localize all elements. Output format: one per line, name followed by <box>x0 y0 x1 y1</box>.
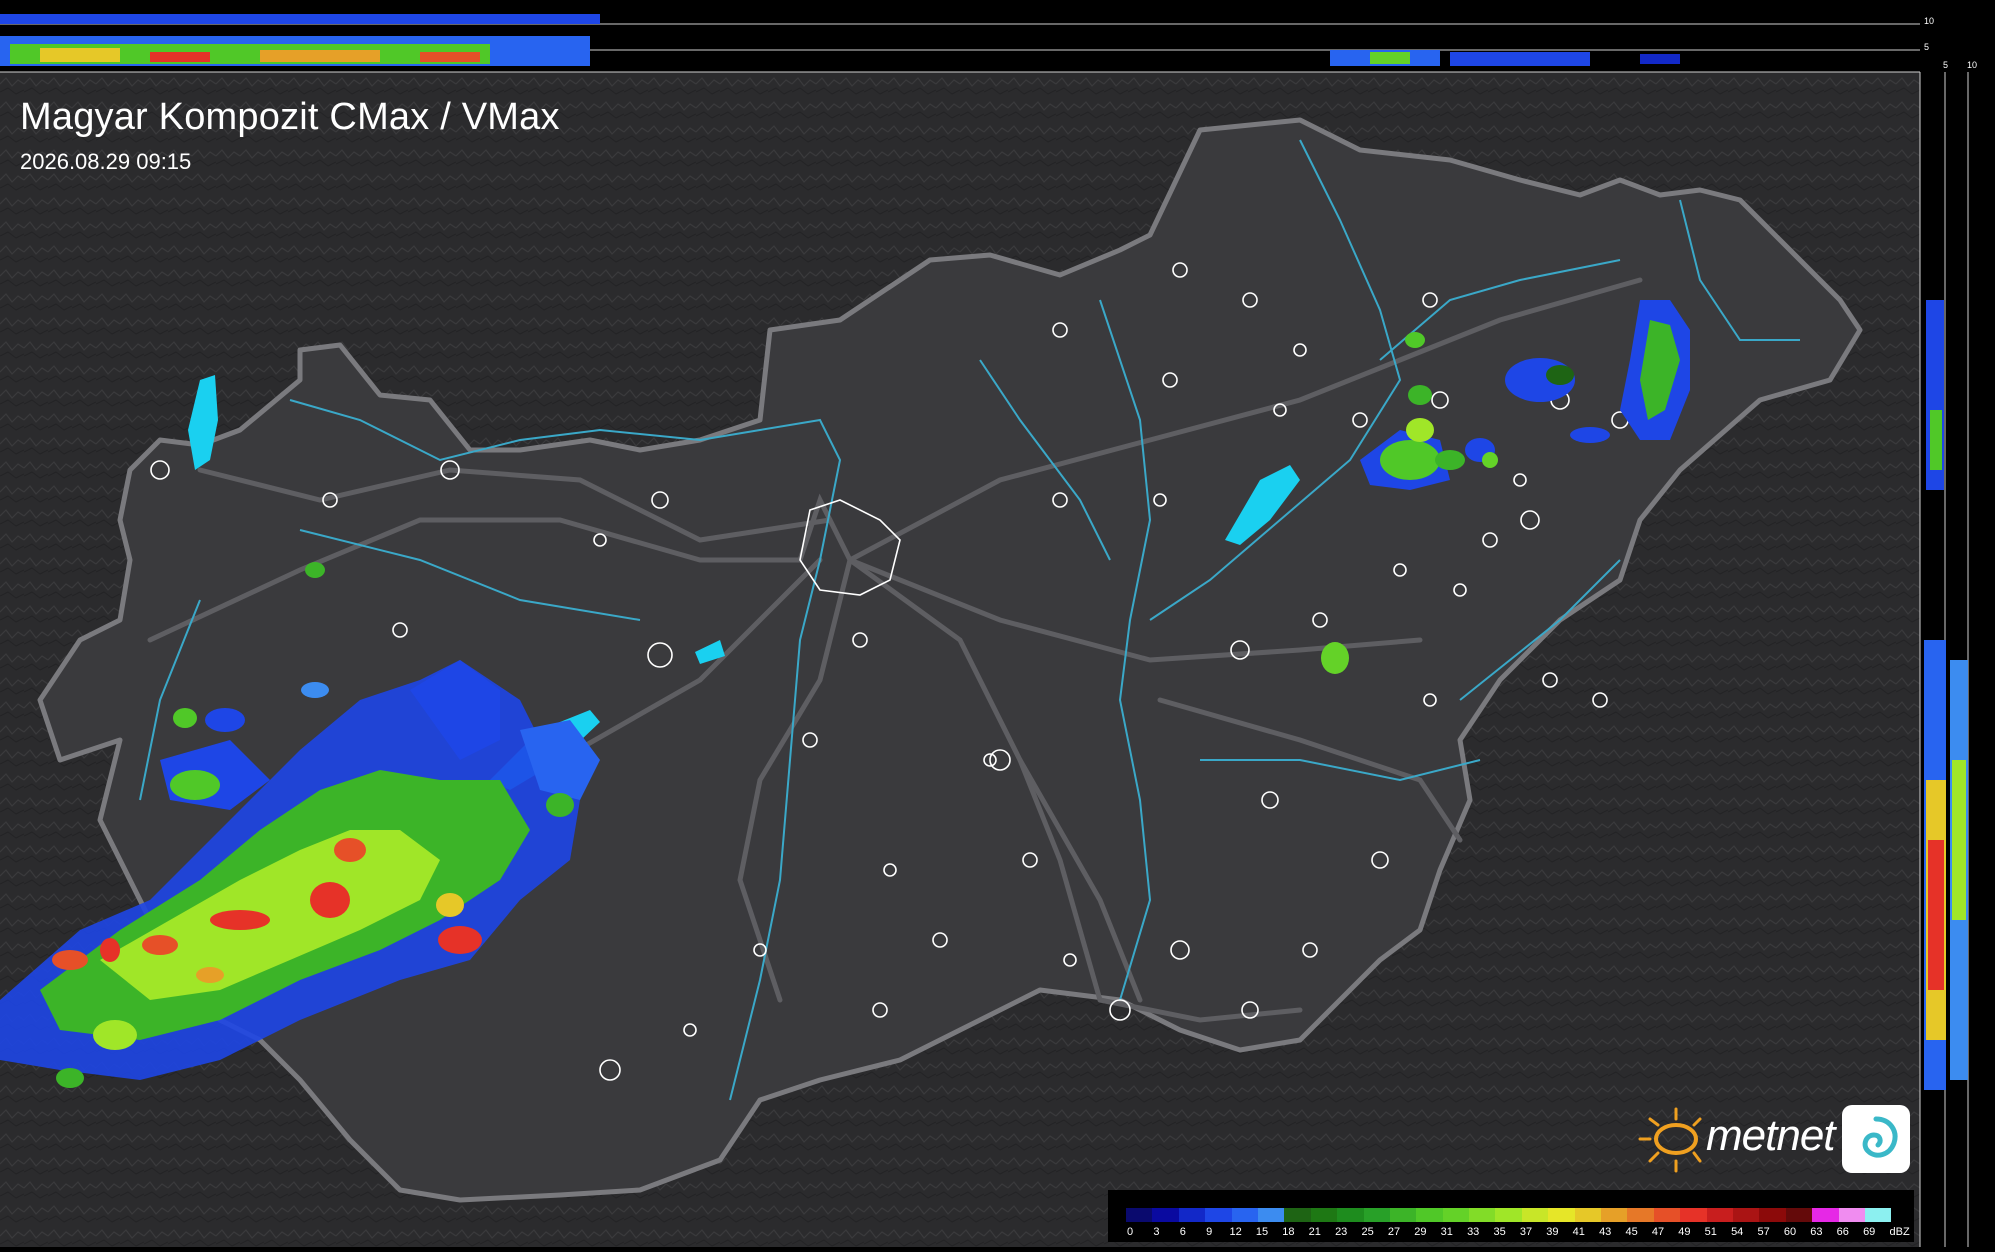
legend-tick: 23 <box>1335 1226 1348 1238</box>
swirl-icon <box>1842 1105 1910 1173</box>
legend-swatch <box>1521 1208 1549 1222</box>
legend-tick: 3 <box>1153 1226 1160 1238</box>
legend-tick: 18 <box>1282 1226 1295 1238</box>
legend-tick: 49 <box>1678 1226 1691 1238</box>
legend-tick: 21 <box>1308 1226 1321 1238</box>
sun-icon <box>1638 1107 1702 1173</box>
legend-tick: 9 <box>1206 1226 1213 1238</box>
legend-swatch <box>1416 1208 1443 1222</box>
legend-swatch <box>1442 1208 1470 1222</box>
legend-swatch <box>1838 1208 1865 1222</box>
legend-tick: 29 <box>1414 1226 1427 1238</box>
map-title: Magyar Kompozit CMax / VMax <box>20 96 560 138</box>
legend-tick: 69 <box>1863 1226 1876 1238</box>
legend-swatch <box>1284 1208 1311 1222</box>
legend-tick: 12 <box>1229 1226 1242 1238</box>
legend-tick: 37 <box>1519 1226 1533 1238</box>
legend-tick: 43 <box>1599 1226 1612 1238</box>
legend-swatch <box>1548 1208 1575 1222</box>
legend-tick: 66 <box>1836 1226 1849 1238</box>
legend-tick: 41 <box>1572 1226 1585 1238</box>
legend-swatch <box>1732 1208 1760 1222</box>
legend-swatch <box>1126 1208 1153 1222</box>
top-profile-scale-10: 10 <box>1924 16 1935 26</box>
legend-swatch <box>1178 1208 1206 1222</box>
legend-swatch <box>1205 1208 1232 1222</box>
title-block: Magyar Kompozit CMax / VMax 2026.08.29 0… <box>20 96 560 175</box>
legend-swatch <box>1864 1208 1892 1222</box>
legend-swatch <box>1759 1208 1786 1222</box>
metnet-logo: metnet <box>1636 1105 1910 1177</box>
legend-swatch <box>1337 1208 1364 1222</box>
radar-map: Magyar Kompozit CMax / VMax 2026.08.29 0… <box>0 0 1995 1247</box>
top-profile-scale-5: 5 <box>1924 42 1930 52</box>
legend-tick: 33 <box>1467 1226 1480 1238</box>
legend-swatch <box>1785 1208 1813 1222</box>
legend-swatch <box>1310 1208 1338 1222</box>
side-profile-scale-5: 5 <box>1943 60 1949 70</box>
legend-tick: 25 <box>1361 1226 1374 1238</box>
legend-swatch <box>1257 1208 1285 1222</box>
legend-swatch <box>1574 1208 1602 1222</box>
legend-tick: 31 <box>1440 1226 1453 1238</box>
legend-swatch <box>1231 1208 1258 1222</box>
legend-color-bar <box>1126 1208 1892 1222</box>
dbz-legend: 0 3 6 9 12 15 18 21 23 25 27 29 31 33 35 37 39 41 43 45 47 49… <box>1108 1190 1914 1242</box>
map-canvas <box>0 0 1995 1247</box>
legend-tick: 27 <box>1387 1226 1401 1238</box>
legend-tick-labels: 0 3 6 9 12 15 18 21 23 25 27 29 31 33 35 37 39 41 43 45 47 49… <box>1126 1226 1916 1240</box>
legend-tick: 35 <box>1493 1226 1506 1238</box>
legend-tick: 51 <box>1704 1226 1717 1238</box>
legend-tick: 57 <box>1757 1226 1770 1238</box>
legend-swatch <box>1469 1208 1496 1222</box>
legend-unit: dBZ <box>1889 1226 1910 1238</box>
legend-tick: 54 <box>1731 1226 1744 1238</box>
legend-swatch <box>1680 1208 1707 1222</box>
legend-swatch <box>1812 1208 1839 1222</box>
legend-tick: 6 <box>1179 1226 1186 1238</box>
legend-tick: 0 <box>1126 1226 1134 1238</box>
legend-tick: 45 <box>1625 1226 1638 1238</box>
legend-tick: 47 <box>1651 1226 1665 1238</box>
map-timestamp: 2026.08.29 09:15 <box>20 149 192 174</box>
legend-tick: 60 <box>1783 1226 1797 1238</box>
legend-swatch <box>1627 1208 1654 1222</box>
side-profile-scale-10: 10 <box>1967 60 1978 70</box>
legend-swatch <box>1706 1208 1733 1222</box>
legend-tick: 63 <box>1810 1226 1823 1238</box>
legend-swatch <box>1363 1208 1390 1222</box>
legend-tick: 39 <box>1546 1226 1559 1238</box>
legend-swatch <box>1389 1208 1417 1222</box>
brand-name: metnet <box>1706 1111 1836 1160</box>
legend-swatch <box>1152 1208 1179 1222</box>
legend-swatch <box>1495 1208 1522 1222</box>
legend-swatch <box>1653 1208 1681 1222</box>
legend-tick: 15 <box>1255 1226 1269 1238</box>
legend-swatch <box>1601 1208 1628 1222</box>
